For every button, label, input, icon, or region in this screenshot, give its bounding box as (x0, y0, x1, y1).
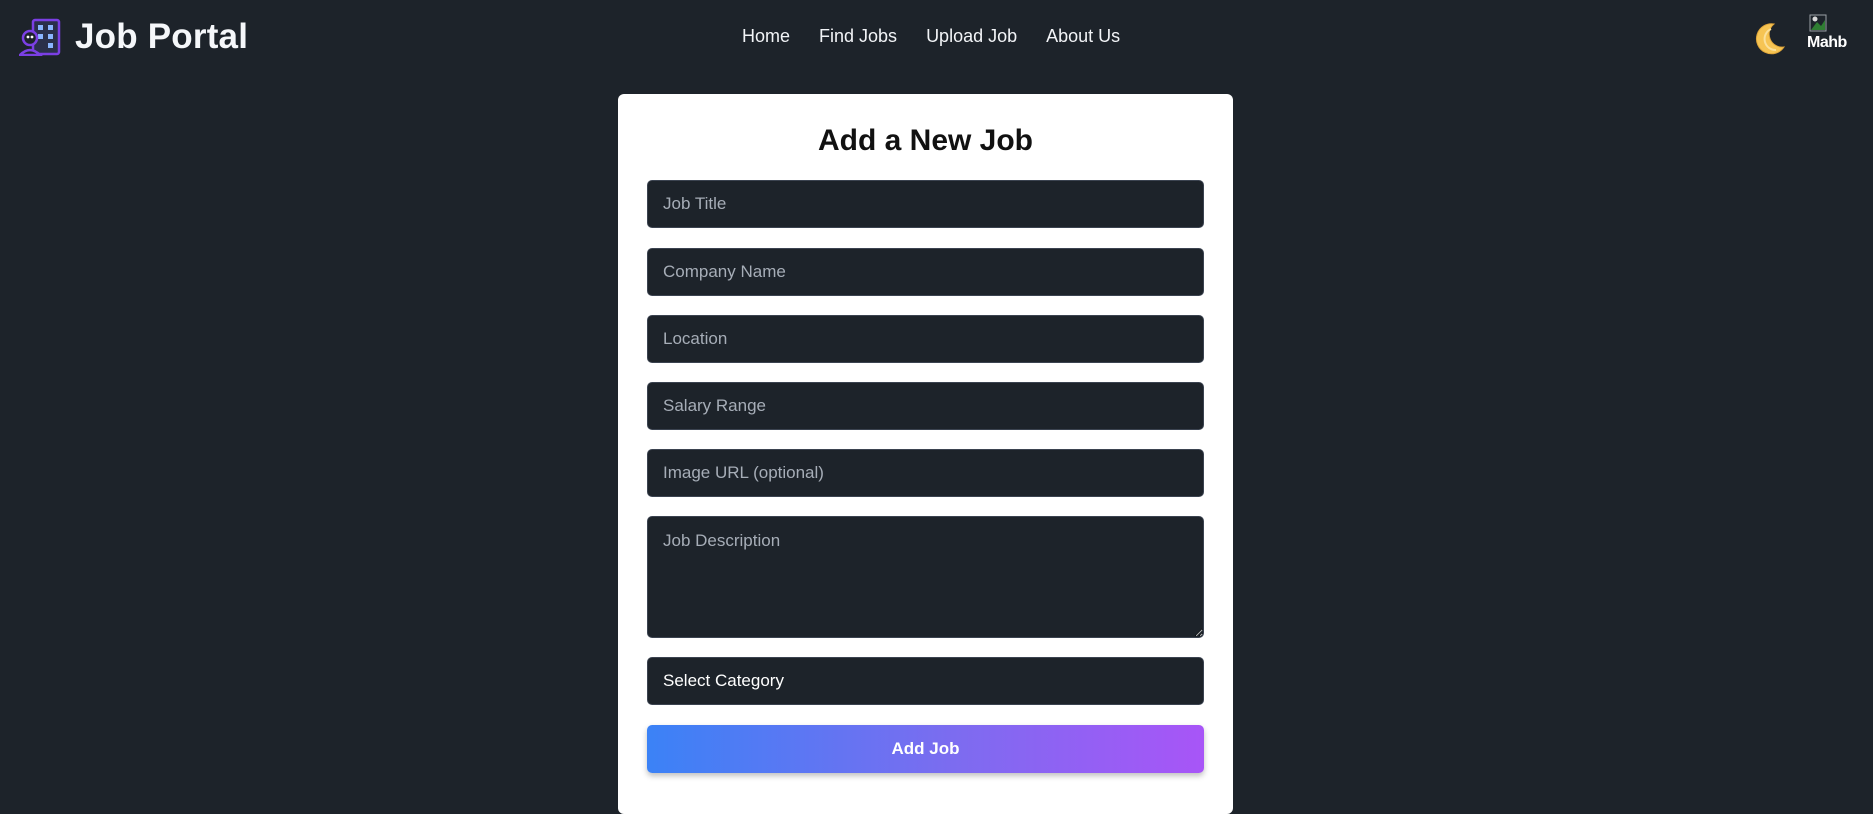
nav-link-home[interactable]: Home (742, 22, 790, 50)
add-job-button[interactable]: Add Job (647, 725, 1204, 773)
avatar[interactable]: Mahb (1807, 14, 1853, 56)
job-portal-building-icon (19, 18, 61, 56)
avatar-alt-text: Mahb (1807, 34, 1847, 51)
navbar: Job Portal Home Find Jobs Upload Job Abo… (0, 0, 1873, 74)
add-job-form-card: Add a New Job Select Category Add Job (618, 94, 1233, 814)
image-url-input[interactable] (647, 449, 1204, 497)
category-select-value: Select Category (663, 671, 784, 690)
nav-links: Home Find Jobs Upload Job About Us (742, 22, 1120, 50)
moon-icon[interactable] (1750, 20, 1788, 58)
job-title-input[interactable] (647, 180, 1204, 228)
category-select[interactable]: Select Category (647, 657, 1204, 705)
form-title: Add a New Job (817, 124, 1034, 157)
location-input[interactable] (647, 315, 1204, 363)
brand[interactable]: Job Portal (19, 14, 248, 60)
company-name-input[interactable] (647, 248, 1204, 296)
nav-link-about-us[interactable]: About Us (1046, 22, 1120, 50)
salary-range-input[interactable] (647, 382, 1204, 430)
nav-link-find-jobs[interactable]: Find Jobs (819, 22, 897, 50)
broken-image-icon (1809, 14, 1827, 32)
job-description-textarea[interactable] (647, 516, 1204, 638)
nav-link-upload-job[interactable]: Upload Job (926, 22, 1017, 50)
brand-title: Job Portal (75, 17, 249, 56)
